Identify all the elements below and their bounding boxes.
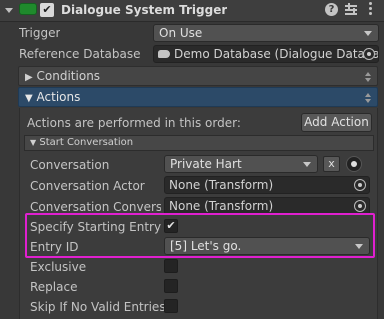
skip-if-no-valid-entries-checkbox[interactable] (164, 299, 178, 313)
actions-order-text: Actions are performed in this order: (27, 116, 241, 130)
start-conversation-label: Start Conversation (39, 137, 134, 148)
reorder-icon[interactable] (365, 93, 372, 103)
exclusive-label: Exclusive (30, 260, 87, 274)
reorder-icon[interactable] (365, 72, 372, 82)
radio-dot-icon (351, 161, 357, 167)
enabled-checkbox[interactable]: ✔ (40, 3, 54, 17)
actions-label: Actions (36, 90, 81, 104)
reference-database-label: Reference Database (19, 47, 141, 61)
conversation-actor-field[interactable]: None (Transform) (164, 176, 370, 194)
conversation-label: Conversation (30, 158, 110, 172)
help-icon[interactable]: ? (325, 3, 338, 16)
add-action-button[interactable]: Add Action (301, 113, 372, 132)
foldout-arrow-icon: ▼ (25, 93, 33, 104)
preset-icon[interactable] (345, 3, 357, 16)
object-picker-icon[interactable] (354, 179, 366, 191)
conditions-foldout[interactable]: ▶ Conditions (18, 66, 378, 86)
chevron-down-icon (364, 31, 372, 36)
foldout-arrow-icon: ▶ (25, 72, 33, 83)
more-menu-icon[interactable] (369, 2, 373, 16)
trigger-dropdown[interactable]: On Use (153, 24, 379, 42)
replace-checkbox[interactable] (164, 279, 178, 293)
foldout-arrow-icon: ▼ (30, 138, 37, 147)
conversation-actor-value: None (Transform) (169, 178, 274, 192)
exclusive-checkbox[interactable] (164, 259, 178, 273)
component-title: Dialogue System Trigger (61, 3, 228, 17)
trigger-value: On Use (159, 26, 203, 40)
chevron-down-icon (303, 162, 311, 167)
reference-database-field[interactable]: Demo Database (Dialogue Databa (153, 45, 379, 63)
foldout-arrow-icon[interactable] (5, 8, 13, 13)
object-picker-icon[interactable] (363, 48, 375, 60)
actions-foldout[interactable]: ▼ Actions (18, 87, 378, 107)
conversation-conversant-value: None (Transform) (169, 199, 274, 213)
clear-conversation-button[interactable]: x (323, 156, 340, 172)
skip-if-no-valid-entries-label: Skip If No Valid Entries (30, 300, 166, 314)
conditions-label: Conditions (36, 69, 101, 83)
database-icon (158, 50, 170, 58)
conversation-select-radio[interactable] (346, 156, 362, 172)
conversation-value: Private Hart (170, 157, 242, 171)
inspector-header: ✔ Dialogue System Trigger ? (0, 0, 384, 22)
trigger-label: Trigger (19, 26, 61, 40)
reference-database-value: Demo Database (Dialogue Databa (174, 47, 379, 61)
object-picker-icon[interactable] (354, 200, 366, 212)
replace-label: Replace (30, 280, 78, 294)
start-conversation-foldout[interactable]: ▼ Start Conversation (24, 135, 374, 151)
conversation-dropdown[interactable]: Private Hart (164, 155, 318, 173)
conversation-actor-label: Conversation Actor (30, 179, 145, 193)
highlight-box (25, 213, 375, 258)
component-toggle-icon[interactable] (19, 3, 37, 15)
